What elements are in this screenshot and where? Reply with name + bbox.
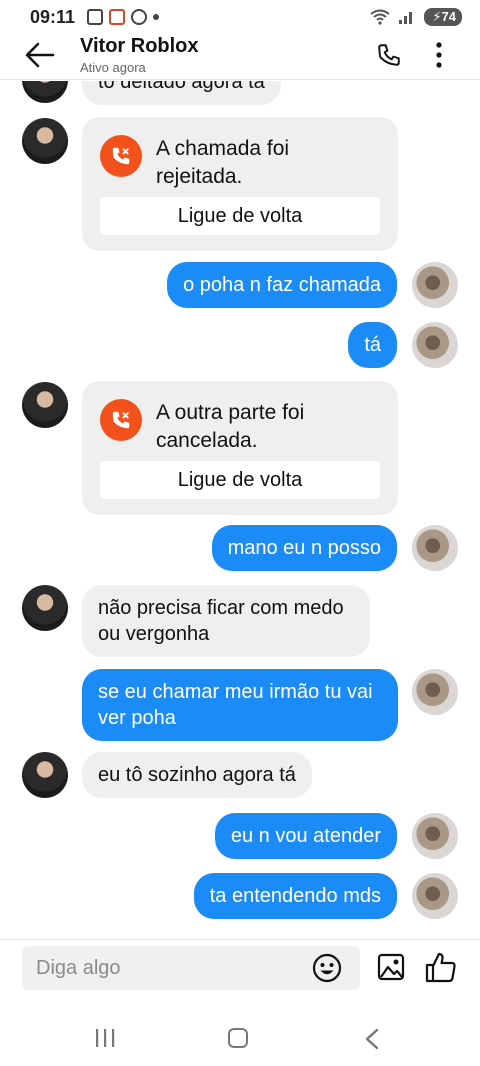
screenshot-icon	[87, 9, 104, 25]
back-button[interactable]	[0, 30, 80, 80]
contact-avatar	[22, 752, 68, 798]
call-button[interactable]	[364, 30, 414, 80]
missed-call-icon	[100, 135, 142, 177]
my-avatar	[412, 262, 458, 308]
my-avatar	[412, 322, 458, 368]
contact-avatar	[22, 585, 68, 631]
more-notifications-dot	[153, 14, 160, 20]
my-avatar	[412, 669, 458, 715]
outgoing-message[interactable]: o poha n faz chamada	[167, 262, 397, 308]
chat-header: Vitor Roblox Ativo agora	[0, 30, 480, 80]
my-avatar	[412, 525, 458, 571]
chat-notification-icon	[131, 9, 148, 25]
arrow-left-icon	[25, 42, 55, 67]
outgoing-message[interactable]: eu n vou atender	[214, 813, 397, 859]
incoming-message[interactable]: to deitado agora tá	[82, 81, 281, 105]
app-notification-icon	[109, 9, 126, 25]
contact-info[interactable]: Vitor Roblox Ativo agora	[80, 35, 364, 75]
message-list[interactable]: to deitado agora tá A chamada foi rejeit…	[0, 81, 480, 939]
notification-icons	[87, 9, 160, 25]
missed-call-icon	[100, 399, 142, 441]
my-avatar	[412, 813, 458, 859]
incoming-message[interactable]: não precisa ficar com medo ou vergonha	[82, 585, 370, 657]
contact-avatar	[22, 118, 68, 164]
emoji-button[interactable]	[312, 953, 342, 983]
phone-icon	[378, 43, 400, 66]
thumbs-up-icon[interactable]	[424, 950, 458, 984]
contact-avatar	[22, 382, 68, 428]
recents-button[interactable]	[94, 1028, 116, 1048]
nav-back-button[interactable]	[364, 1028, 380, 1050]
call-back-button[interactable]: Ligue de volta	[100, 197, 380, 235]
wifi-icon	[370, 9, 391, 25]
status-time: 09:11	[30, 6, 76, 27]
contact-name: Vitor Roblox	[80, 34, 199, 57]
contact-avatar	[22, 81, 68, 103]
outgoing-message[interactable]: tá	[348, 322, 397, 368]
contact-status: Ativo agora	[80, 59, 146, 75]
outgoing-message[interactable]: ta entendendo mds	[193, 873, 397, 919]
call-status-text: A chamada foi rejeitada.	[156, 137, 290, 188]
missed-call-card: A outra parte foi cancelada. Ligue de vo…	[82, 381, 398, 515]
message-composer: Diga algo	[0, 939, 480, 999]
message-input[interactable]: Diga algo	[22, 946, 360, 990]
outgoing-message[interactable]: se eu chamar meu irmão tu vai ver poha	[82, 669, 398, 741]
outgoing-message[interactable]: mano eu n posso	[211, 525, 397, 571]
battery-indicator: ⚡74	[424, 8, 462, 26]
call-back-button[interactable]: Ligue de volta	[100, 461, 380, 499]
more-options-button[interactable]	[414, 30, 464, 80]
system-navigation-bar	[0, 1000, 480, 1066]
battery-level: 74	[441, 9, 456, 24]
home-button[interactable]	[228, 1028, 248, 1048]
image-picker-icon[interactable]	[376, 952, 406, 982]
incoming-message[interactable]: eu tô sozinho agora tá	[82, 752, 312, 798]
my-avatar	[412, 873, 458, 919]
signal-icon	[399, 12, 413, 24]
call-status-text: A outra parte foi cancelada.	[156, 401, 305, 452]
more-vertical-icon	[436, 41, 442, 68]
missed-call-card: A chamada foi rejeitada. Ligue de volta	[82, 117, 398, 251]
